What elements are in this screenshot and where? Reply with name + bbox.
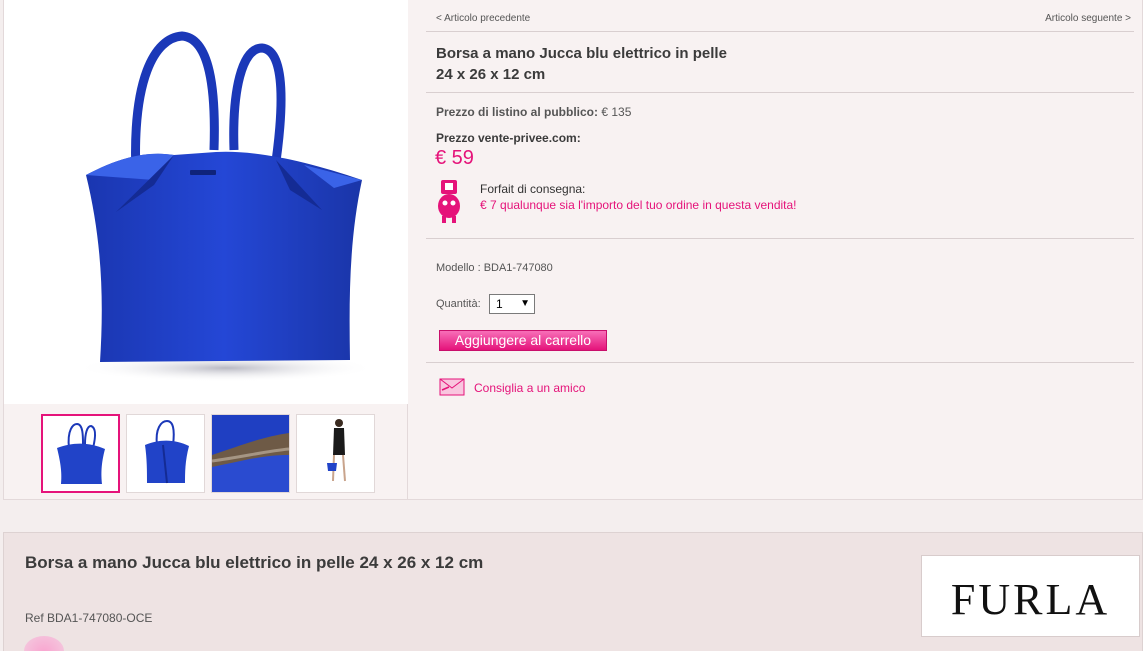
- divider: [426, 31, 1134, 32]
- previous-item-link[interactable]: < Articolo precedente: [436, 13, 530, 24]
- product-gallery: [4, 0, 408, 499]
- decorative-bubble: [24, 636, 64, 651]
- brand-logo: FURLA: [921, 555, 1140, 637]
- product-title-line2: 24 x 26 x 12 cm: [436, 66, 546, 83]
- reference-code: Ref BDA1-747080-OCE: [25, 611, 153, 625]
- sale-price: € 59: [435, 147, 474, 169]
- model-code: Modello : BDA1-747080: [436, 262, 553, 274]
- shipping-label: Forfait di consegna:: [480, 182, 586, 196]
- thumbnail-side[interactable]: [126, 414, 205, 493]
- list-price-value: € 135: [598, 105, 632, 119]
- product-title: Borsa a mano Jucca blu elettrico in pell…: [436, 43, 727, 85]
- chevron-down-icon: ▼: [520, 298, 530, 309]
- envelope-icon[interactable]: [439, 378, 465, 396]
- divider: [426, 238, 1134, 239]
- next-item-link[interactable]: Articolo seguente >: [1045, 13, 1131, 24]
- thumbnail-model[interactable]: [296, 414, 375, 493]
- list-price: Prezzo di listino al pubblico: € 135: [436, 105, 631, 119]
- quantity-label: Quantità:: [436, 298, 481, 310]
- shipping-text: € 7 qualunque sia l'importo del tuo ordi…: [480, 198, 797, 212]
- quantity-select[interactable]: 1 ▼: [489, 294, 535, 314]
- product-details: < Articolo precedente Articolo seguente …: [426, 0, 1134, 499]
- thumbnail-strip: [4, 404, 408, 499]
- mascot-icon: [436, 178, 462, 224]
- product-main-image[interactable]: [4, 0, 408, 404]
- quantity-value: 1: [496, 297, 503, 311]
- product-panel: < Articolo precedente Articolo seguente …: [3, 0, 1143, 500]
- add-to-cart-button[interactable]: Aggiungere al carrello: [439, 330, 607, 351]
- description-panel: Borsa a mano Jucca blu elettrico in pell…: [3, 532, 1143, 651]
- divider: [426, 92, 1134, 93]
- sale-price-label: Prezzo vente-privee.com:: [436, 131, 581, 145]
- divider: [426, 362, 1134, 363]
- product-title-line1: Borsa a mano Jucca blu elettrico in pell…: [436, 45, 727, 62]
- thumbnail-detail[interactable]: [211, 414, 290, 493]
- brand-name: FURLA: [950, 575, 1111, 624]
- thumbnail-front[interactable]: [41, 414, 120, 493]
- recommend-friend-link[interactable]: Consiglia a un amico: [474, 381, 585, 395]
- description-title: Borsa a mano Jucca blu elettrico in pell…: [25, 553, 484, 572]
- list-price-label: Prezzo di listino al pubblico:: [436, 105, 599, 119]
